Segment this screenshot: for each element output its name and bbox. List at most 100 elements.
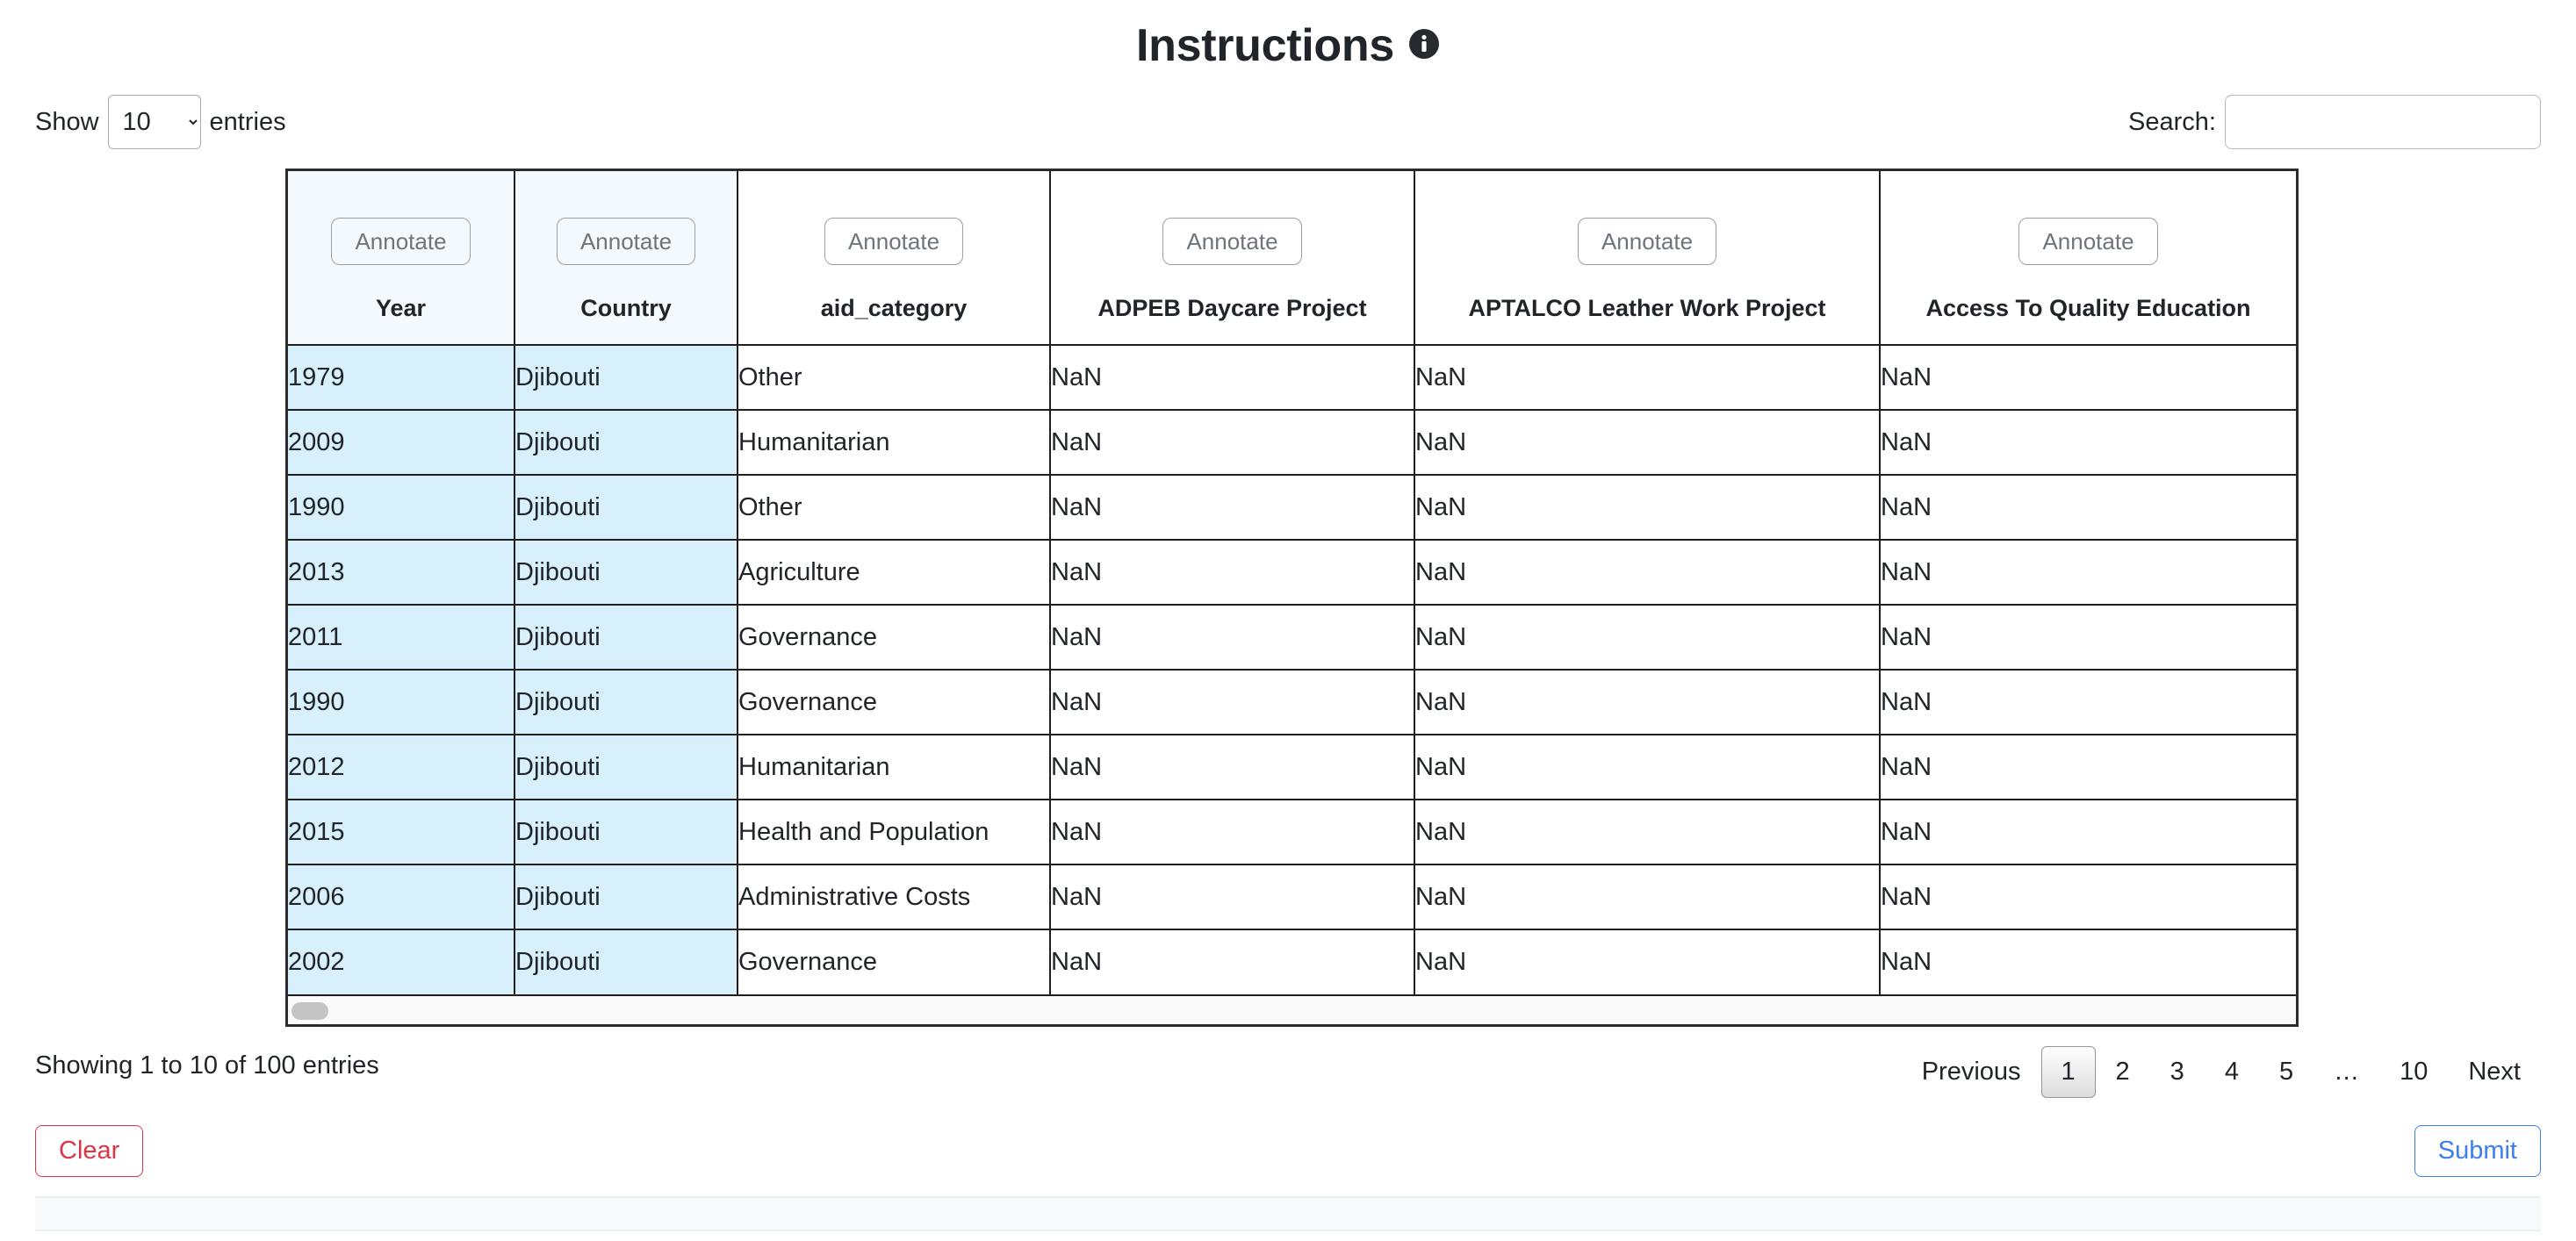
table-cell[interactable]: NaN (1880, 605, 2296, 671)
table-row[interactable]: 1990 Djibouti Governance NaN NaN NaN (288, 670, 2296, 735)
table-cell[interactable]: Governance (738, 605, 1051, 671)
table-row[interactable]: 2012 Djibouti Humanitarian NaN NaN NaN (288, 735, 2296, 800)
table-cell[interactable]: Djibouti (514, 345, 738, 411)
table-cell[interactable]: Djibouti (514, 540, 738, 606)
table-horizontal-scrollbar[interactable] (288, 994, 2296, 1024)
table-cell[interactable]: NaN (1880, 410, 2296, 476)
table-cell[interactable]: Humanitarian (738, 410, 1051, 476)
table-cell[interactable]: Governance (738, 670, 1051, 735)
table-cell[interactable]: Agriculture (738, 540, 1051, 606)
table-header-row: Annotate Year Annotate Country Annotate … (288, 171, 2296, 346)
annotate-button-country[interactable]: Annotate (556, 217, 696, 266)
table-cell[interactable]: Other (738, 345, 1051, 411)
table-cell[interactable]: NaN (1050, 345, 1415, 411)
table-row[interactable]: 2015 Djibouti Health and Population NaN NaN N… (288, 800, 2296, 865)
table-cell[interactable]: Other (738, 475, 1051, 541)
table-cell[interactable]: NaN (1050, 800, 1415, 865)
table-cell[interactable]: NaN (1050, 670, 1415, 735)
table-row[interactable]: 2011 Djibouti Governance NaN NaN NaN (288, 605, 2296, 671)
table-cell[interactable]: Djibouti (514, 929, 738, 994)
table-cell[interactable]: NaN (1880, 929, 2296, 994)
table-cell[interactable]: 2006 (288, 864, 515, 930)
table-row[interactable]: 1990 Djibouti Other NaN NaN NaN (288, 475, 2296, 541)
table-cell[interactable]: Djibouti (514, 800, 738, 865)
annotation-data-table: Annotate Year Annotate Country Annotate … (288, 171, 2296, 994)
clear-button[interactable]: Clear (35, 1125, 144, 1177)
table-cell[interactable]: Djibouti (514, 605, 738, 671)
table-cell[interactable]: NaN (1414, 605, 1881, 671)
column-header-adpeb-daycare-project: Annotate ADPEB Daycare Project (1050, 171, 1415, 346)
table-cell[interactable]: Governance (738, 929, 1051, 994)
table-cell[interactable]: Djibouti (514, 670, 738, 735)
table-cell[interactable]: NaN (1414, 864, 1881, 930)
table-row[interactable]: 2002 Djibouti Governance NaN NaN NaN (288, 929, 2296, 994)
table-cell[interactable]: 2013 (288, 540, 515, 606)
table-cell[interactable]: Administrative Costs (738, 864, 1051, 930)
column-label-year: Year (375, 295, 427, 322)
table-cell[interactable]: Djibouti (514, 410, 738, 476)
table-cell[interactable]: NaN (1880, 864, 2296, 930)
table-row[interactable]: 2013 Djibouti Agriculture NaN NaN NaN (288, 540, 2296, 606)
annotate-button-aid-category[interactable]: Annotate (824, 217, 964, 266)
table-cell[interactable]: NaN (1050, 605, 1415, 671)
table-cell[interactable]: Humanitarian (738, 735, 1051, 800)
pagination-page-1[interactable]: 1 (2040, 1046, 2096, 1098)
table-cell[interactable]: NaN (1050, 410, 1415, 476)
table-cell[interactable]: 2015 (288, 800, 515, 865)
pagination-page-10[interactable]: 10 (2379, 1046, 2448, 1098)
table-cell[interactable]: NaN (1050, 929, 1415, 994)
table-cell[interactable]: NaN (1414, 475, 1881, 541)
table-cell[interactable]: NaN (1880, 800, 2296, 865)
pagination-page-2[interactable]: 2 (2096, 1046, 2150, 1098)
table-cell[interactable]: 2002 (288, 929, 515, 994)
table-cell[interactable]: NaN (1050, 864, 1415, 930)
table-cell[interactable]: 2009 (288, 410, 515, 476)
table-cell[interactable]: 1990 (288, 475, 515, 541)
table-info-text: Showing 1 to 10 of 100 entries (35, 1051, 379, 1080)
table-cell[interactable]: NaN (1880, 670, 2296, 735)
table-cell[interactable]: NaN (1880, 475, 2296, 541)
submit-button[interactable]: Submit (2414, 1125, 2541, 1177)
table-cell[interactable]: 1990 (288, 670, 515, 735)
table-cell[interactable]: Djibouti (514, 735, 738, 800)
annotate-button-year[interactable]: Annotate (331, 217, 471, 266)
table-cell[interactable]: NaN (1414, 345, 1881, 411)
table-cell[interactable]: NaN (1414, 540, 1881, 606)
table-cell[interactable]: Djibouti (514, 475, 738, 541)
table-cell[interactable]: 2012 (288, 735, 515, 800)
search-input[interactable] (2225, 95, 2541, 149)
table-controls: Show 10 entries Search: (35, 95, 2541, 151)
table-row[interactable]: 1979 Djibouti Other NaN NaN NaN (288, 345, 2296, 411)
page-length-select[interactable]: 10 (107, 95, 201, 149)
table-cell[interactable]: 2011 (288, 605, 515, 671)
annotate-button-adpeb-daycare-project[interactable]: Annotate (1162, 217, 1302, 266)
annotate-button-aptalco-leather-work-project[interactable]: Annotate (1577, 217, 1717, 266)
table-cell[interactable]: NaN (1414, 410, 1881, 476)
table-cell[interactable]: NaN (1050, 475, 1415, 541)
pagination-page-3[interactable]: 3 (2150, 1046, 2205, 1098)
pagination-previous[interactable]: Previous (1902, 1046, 2041, 1098)
table-cell[interactable]: NaN (1414, 735, 1881, 800)
info-circle-icon[interactable] (1408, 28, 1440, 60)
table-horizontal-scrollbar-thumb[interactable] (291, 1002, 328, 1020)
table-cell[interactable]: NaN (1050, 735, 1415, 800)
table-cell[interactable]: Djibouti (514, 864, 738, 930)
table-row[interactable]: 2006 Djibouti Administrative Costs NaN NaN Na… (288, 864, 2296, 930)
table-cell[interactable]: NaN (1880, 540, 2296, 606)
pagination-next[interactable]: Next (2448, 1046, 2541, 1098)
pagination-page-4[interactable]: 4 (2205, 1046, 2259, 1098)
table-cell[interactable]: 1979 (288, 345, 515, 411)
table-cell[interactable]: NaN (1414, 800, 1881, 865)
table-cell[interactable]: NaN (1414, 929, 1881, 994)
table-cell[interactable]: NaN (1414, 670, 1881, 735)
pagination-page-5[interactable]: 5 (2259, 1046, 2313, 1098)
column-header-year: Annotate Year (288, 171, 515, 346)
table-cell[interactable]: NaN (1880, 735, 2296, 800)
table-body: 1979 Djibouti Other NaN NaN NaN 2009 Djibouti Hu… (288, 345, 2296, 994)
table-cell[interactable]: NaN (1050, 540, 1415, 606)
table-cell[interactable]: NaN (1880, 345, 2296, 411)
table-cell[interactable]: Health and Population (738, 800, 1051, 865)
pagination: Previous 1 2 3 4 5 … 10 Next (1902, 1046, 2541, 1098)
table-row[interactable]: 2009 Djibouti Humanitarian NaN NaN NaN (288, 410, 2296, 476)
annotate-button-access-to-quality-education[interactable]: Annotate (2018, 217, 2158, 266)
